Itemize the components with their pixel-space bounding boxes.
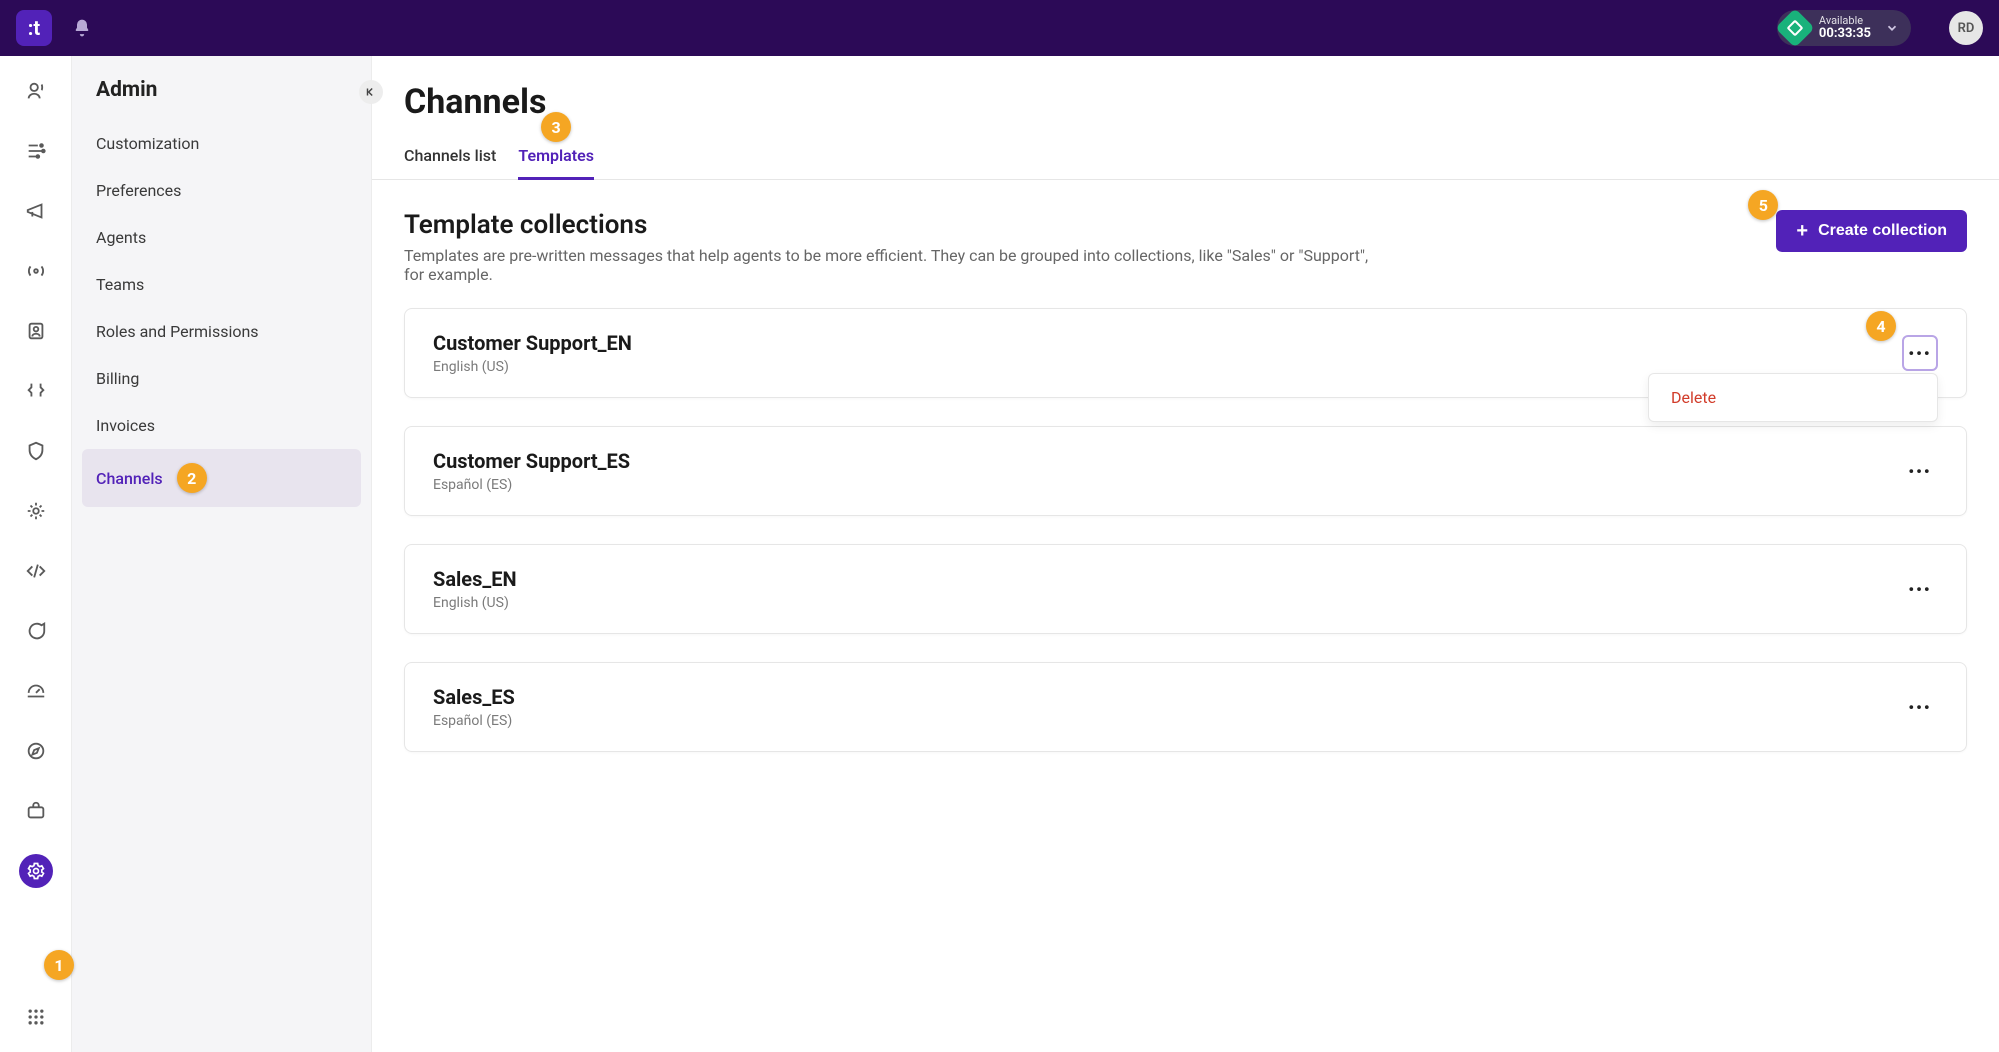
tab-templates[interactable]: Templates 3 xyxy=(518,146,594,179)
dropdown-label: Delete xyxy=(1671,388,1716,407)
sidebar-item-customization[interactable]: Customization xyxy=(82,120,361,167)
rail-icon-live[interactable] xyxy=(19,74,53,108)
sidebar-item-label: Teams xyxy=(96,275,144,294)
sidebar-item-invoices[interactable]: Invoices xyxy=(82,402,361,449)
annotation-badge: 1 xyxy=(44,950,74,980)
sidebar-item-teams[interactable]: Teams xyxy=(82,261,361,308)
collection-card[interactable]: Customer Support_ES Español (ES) ••• xyxy=(404,426,1967,516)
avatar-initials: RD xyxy=(1958,21,1975,36)
sidebar-title: Admin xyxy=(82,78,361,120)
tab-channels-list[interactable]: Channels list xyxy=(404,146,496,179)
logo-glyph: :t xyxy=(28,16,40,40)
sidebar-item-label: Roles and Permissions xyxy=(96,322,259,341)
sidebar-item-label: Agents xyxy=(96,228,146,247)
annotation-badge: 4 xyxy=(1866,311,1896,341)
rail-icon-campaigns[interactable] xyxy=(19,194,53,228)
presence-label: Available xyxy=(1819,15,1871,27)
collapse-sidebar-button[interactable] xyxy=(359,80,383,104)
create-collection-button[interactable]: + Create collection xyxy=(1776,210,1967,252)
rail-icon-briefcase[interactable] xyxy=(19,794,53,828)
rail-icon-settings[interactable] xyxy=(19,854,53,888)
collection-name: Sales_ES xyxy=(433,685,515,709)
dropdown-item-delete[interactable]: Delete xyxy=(1649,374,1937,421)
collection-name: Customer Support_ES xyxy=(433,449,630,473)
rail-icon-integrations[interactable] xyxy=(19,494,53,528)
page-title: Channels xyxy=(404,82,1967,122)
annotation-badge: 2 xyxy=(177,463,207,493)
sidebar: Admin Customization Preferences Agents T… xyxy=(72,56,372,1052)
collection-lang: English (US) xyxy=(433,359,632,375)
sidebar-item-label: Billing xyxy=(96,369,139,388)
sidebar-item-channels[interactable]: Channels 2 xyxy=(82,449,361,507)
sidebar-item-label: Preferences xyxy=(96,181,181,200)
sidebar-item-label: Channels xyxy=(96,469,163,488)
button-label: Create collection xyxy=(1818,222,1947,240)
tab-label: Channels list xyxy=(404,146,496,165)
collection-name: Customer Support_EN xyxy=(433,331,632,355)
rail-icon-contacts[interactable] xyxy=(19,314,53,348)
avatar[interactable]: RD xyxy=(1949,11,1983,45)
collection-lang: English (US) xyxy=(433,595,517,611)
collection-menu-button[interactable]: ••• xyxy=(1902,689,1938,725)
rail-icon-flows[interactable] xyxy=(19,374,53,408)
rail-icon-code[interactable] xyxy=(19,554,53,588)
tab-label: Templates xyxy=(518,146,594,165)
nav-rail: 1 xyxy=(0,56,72,1052)
collection-card[interactable]: Sales_ES Español (ES) ••• xyxy=(404,662,1967,752)
chevron-down-icon xyxy=(1885,21,1899,35)
collection-lang: Español (ES) xyxy=(433,713,515,729)
presence-icon xyxy=(1775,8,1815,48)
collection-card[interactable]: Customer Support_EN English (US) 4 ••• D… xyxy=(404,308,1967,398)
rail-icon-compass[interactable] xyxy=(19,734,53,768)
sidebar-item-preferences[interactable]: Preferences xyxy=(82,167,361,214)
sidebar-item-roles[interactable]: Roles and Permissions xyxy=(82,308,361,355)
sidebar-item-agents[interactable]: Agents xyxy=(82,214,361,261)
rail-icon-security[interactable] xyxy=(19,434,53,468)
main-content: Channels Channels list Templates 3 Templ… xyxy=(372,56,1999,1052)
rail-icon-broadcast[interactable] xyxy=(19,254,53,288)
rail-icon-dashboard[interactable] xyxy=(19,674,53,708)
collection-menu-button[interactable]: ••• xyxy=(1902,453,1938,489)
collection-menu-button[interactable]: ••• xyxy=(1902,571,1938,607)
presence-status[interactable]: Available 00:33:35 xyxy=(1777,10,1911,46)
topbar: :t Available 00:33:35 RD xyxy=(0,0,1999,56)
presence-time: 00:33:35 xyxy=(1819,27,1871,41)
annotation-badge: 5 xyxy=(1748,190,1778,220)
rail-icon-timeline[interactable] xyxy=(19,134,53,168)
collection-menu-button[interactable]: ••• xyxy=(1902,335,1938,371)
collection-lang: Español (ES) xyxy=(433,477,630,493)
collection-card[interactable]: Sales_EN English (US) ••• xyxy=(404,544,1967,634)
notifications-icon[interactable] xyxy=(72,18,92,38)
sidebar-item-label: Invoices xyxy=(96,416,155,435)
sidebar-item-billing[interactable]: Billing xyxy=(82,355,361,402)
tabs: Channels list Templates 3 xyxy=(372,146,1999,180)
annotation-badge: 3 xyxy=(541,112,571,142)
collection-name: Sales_EN xyxy=(433,567,517,591)
collection-menu-dropdown: Delete xyxy=(1648,373,1938,422)
rail-icon-chat[interactable] xyxy=(19,614,53,648)
section-title: Template collections xyxy=(404,210,1384,240)
rail-icon-apps[interactable] xyxy=(19,1000,53,1034)
section-description: Templates are pre-written messages that … xyxy=(404,246,1384,284)
sidebar-item-label: Customization xyxy=(96,134,199,153)
app-logo[interactable]: :t xyxy=(16,10,52,46)
